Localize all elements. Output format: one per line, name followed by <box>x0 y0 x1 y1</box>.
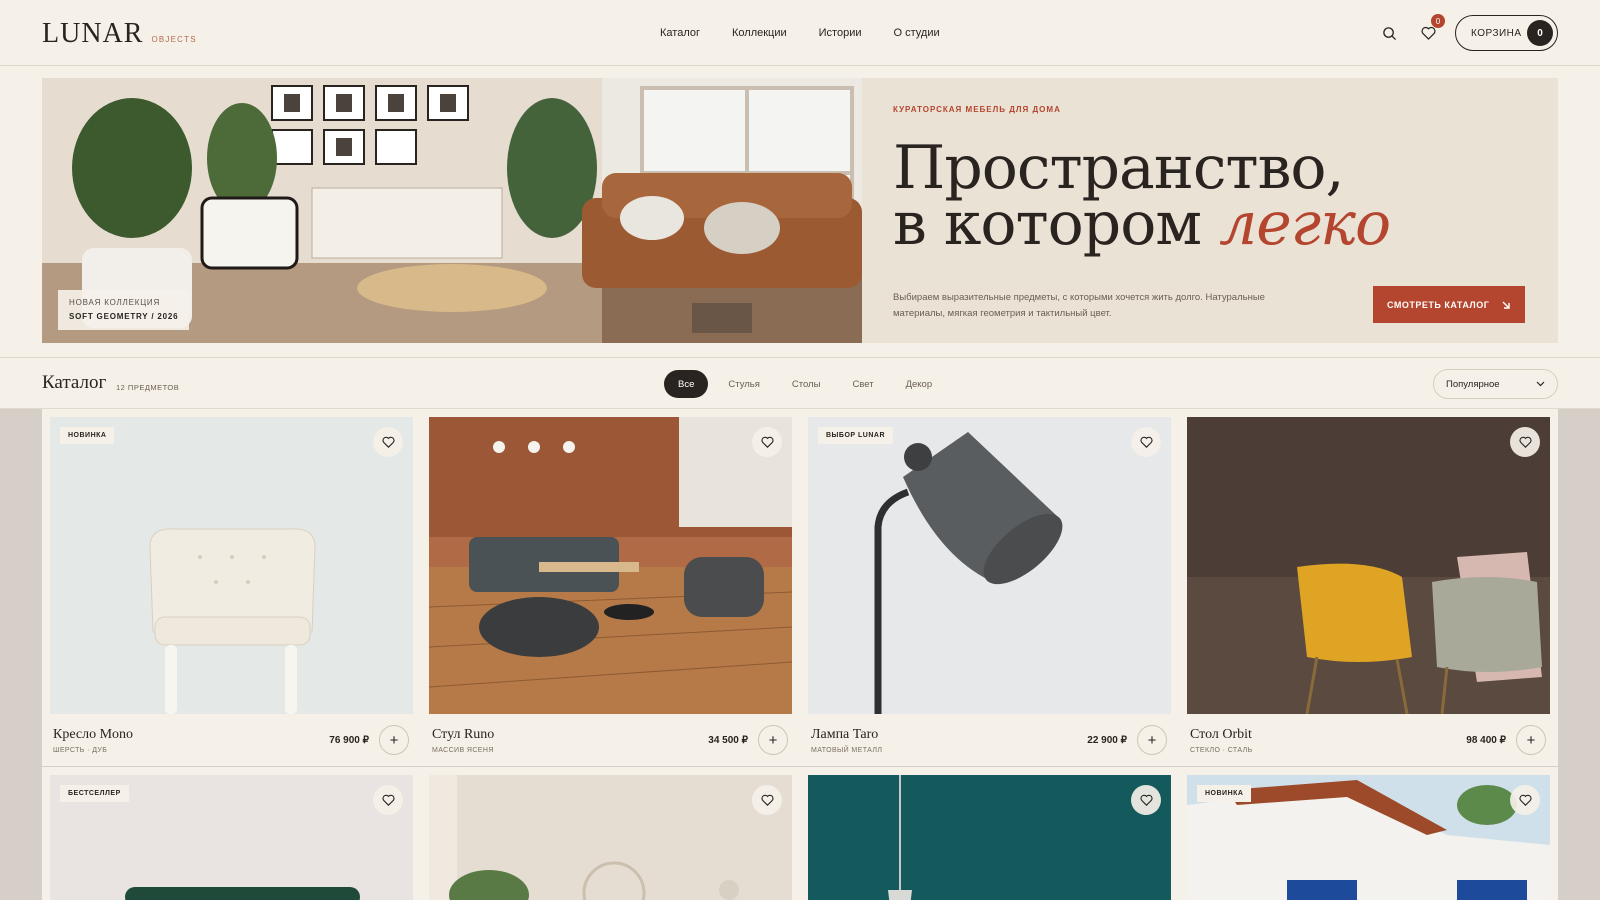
arrow-down-right-icon <box>1502 301 1510 309</box>
product-grid: НОВИНКА Кресло Mono ШЕРСТЬ · ДУБ 76 900 … <box>0 409 1600 900</box>
favorites-button[interactable]: 0 <box>1417 14 1445 44</box>
filter-tables[interactable]: Столы <box>780 370 833 398</box>
collection-tag-label: НОВАЯ КОЛЛЕКЦИЯ <box>69 298 161 307</box>
add-to-favorites-button[interactable] <box>1510 785 1540 815</box>
filter-all[interactable]: Все <box>664 370 709 398</box>
product-name[interactable]: Стол Orbit <box>1190 727 1252 743</box>
product-image <box>808 775 1171 900</box>
product-image: НОВИНКА <box>1187 775 1550 900</box>
product-price: 98 400 ₽ <box>1466 735 1506 746</box>
collection-tag-name: SOFT GEOMETRY / 2026 <box>69 312 179 321</box>
product-material: МАТОВЫЙ МЕТАЛЛ <box>811 747 883 754</box>
nav-item-about[interactable]: О студии <box>894 27 940 39</box>
add-to-favorites-button[interactable] <box>1131 785 1161 815</box>
product-badge: НОВИНКА <box>1197 785 1252 802</box>
add-to-favorites-button[interactable] <box>373 427 403 457</box>
product-material: СТЕКЛО · СТАЛЬ <box>1190 747 1253 754</box>
product-badge: БЕСТСЕЛЛЕР <box>60 785 129 802</box>
chevron-down-icon <box>1536 381 1545 387</box>
product-card[interactable]: БЕСТСЕЛЛЕР <box>42 767 421 900</box>
add-to-favorites-button[interactable] <box>752 427 782 457</box>
add-to-favorites-button[interactable] <box>752 785 782 815</box>
heart-icon <box>1139 794 1153 806</box>
main-nav: Каталог Коллекции Истории О студии <box>660 0 940 66</box>
view-catalog-button[interactable]: СМОТРЕТЬ КАТАЛОГ <box>1373 286 1525 323</box>
hero-banner: НОВАЯ КОЛЛЕКЦИЯ SOFT GEOMETRY / 2026 КУР… <box>42 78 1558 343</box>
hero-headline: Пространство, в котором легко <box>893 138 1453 254</box>
add-to-cart-button[interactable]: + <box>1137 725 1167 755</box>
product-badge: НОВИНКА <box>60 427 115 444</box>
cart-label: КОРЗИНА <box>1471 27 1522 39</box>
sort-select[interactable]: Популярное <box>1433 369 1558 399</box>
view-catalog-label: СМОТРЕТЬ КАТАЛОГ <box>1387 299 1490 310</box>
filter-light[interactable]: Свет <box>840 370 885 398</box>
filter-chips: Все Стулья Столы Свет Декор <box>664 370 944 398</box>
sort-value: Популярное <box>1446 378 1500 390</box>
add-to-favorites-button[interactable] <box>1131 427 1161 457</box>
product-card[interactable]: НОВИНКА Кресло Mono ШЕРСТЬ · ДУБ 76 900 … <box>42 409 421 766</box>
product-image <box>429 775 792 900</box>
filter-decor[interactable]: Декор <box>894 370 945 398</box>
product-image <box>1187 417 1550 714</box>
nav-item-collections[interactable]: Коллекции <box>732 27 787 39</box>
product-card[interactable]: Стул Runo МАССИВ ЯСЕНЯ 34 500 ₽ + <box>421 409 800 766</box>
catalog-toolbar: Каталог 12 ПРЕДМЕТОВ Все Стулья Столы Св… <box>0 357 1600 409</box>
favorites-count-badge: 0 <box>1431 14 1445 28</box>
add-to-favorites-button[interactable] <box>1510 427 1540 457</box>
catalog-title: Каталог <box>42 372 107 393</box>
product-card[interactable] <box>800 767 1179 900</box>
nav-item-catalog[interactable]: Каталог <box>660 27 700 39</box>
product-price: 34 500 ₽ <box>708 735 748 746</box>
product-card[interactable] <box>421 767 800 900</box>
filter-chairs[interactable]: Стулья <box>716 370 772 398</box>
heart-icon <box>1420 26 1436 40</box>
logo[interactable]: LUNAR OBJECTS <box>42 18 197 50</box>
add-to-cart-button[interactable]: + <box>758 725 788 755</box>
catalog-count: 12 ПРЕДМЕТОВ <box>116 383 180 392</box>
nav-item-stories[interactable]: Истории <box>819 27 862 39</box>
heart-icon <box>1518 794 1532 806</box>
cart-count-badge: 0 <box>1527 20 1553 46</box>
hero-lead: Выбираем выразительные предметы, с котор… <box>893 292 1265 319</box>
product-image: БЕСТСЕЛЛЕР <box>50 775 413 900</box>
heart-icon <box>381 436 395 448</box>
heart-icon <box>381 794 395 806</box>
product-image: НОВИНКА <box>50 417 413 714</box>
product-badge: ВЫБОР LUNAR <box>818 427 893 444</box>
heart-icon <box>760 794 774 806</box>
add-to-cart-button[interactable]: + <box>379 725 409 755</box>
product-card[interactable]: Стол Orbit СТЕКЛО · СТАЛЬ 98 400 ₽ + <box>1179 409 1558 766</box>
product-price: 22 900 ₽ <box>1087 735 1127 746</box>
hero-image: НОВАЯ КОЛЛЕКЦИЯ SOFT GEOMETRY / 2026 <box>42 78 862 343</box>
product-image <box>429 417 792 714</box>
product-name[interactable]: Кресло Mono <box>53 727 133 743</box>
hero-headline-accent: легко <box>1219 189 1391 259</box>
logo-subtitle: OBJECTS <box>151 35 197 44</box>
product-card[interactable]: НОВИНКА <box>1179 767 1558 900</box>
add-to-cart-button[interactable]: + <box>1516 725 1546 755</box>
site-header: LUNAR OBJECTS Каталог Коллекции Истории … <box>0 0 1600 66</box>
cart-button[interactable]: КОРЗИНА 0 <box>1455 15 1558 51</box>
product-material: МАССИВ ЯСЕНЯ <box>432 747 494 754</box>
product-price: 76 900 ₽ <box>329 735 369 746</box>
heart-icon <box>760 436 774 448</box>
product-image: ВЫБОР LUNAR <box>808 417 1171 714</box>
product-name[interactable]: Лампа Taro <box>811 727 878 743</box>
product-name[interactable]: Стул Runo <box>432 727 494 743</box>
collection-tag: НОВАЯ КОЛЛЕКЦИЯ SOFT GEOMETRY / 2026 <box>58 290 190 330</box>
heart-icon <box>1518 436 1532 448</box>
product-material: ШЕРСТЬ · ДУБ <box>53 747 108 754</box>
search-icon[interactable] <box>1378 22 1400 44</box>
product-card[interactable]: ВЫБОР LUNAR Лампа Taro МАТОВЫЙ МЕТАЛЛ 22… <box>800 409 1179 766</box>
hero-headline-line2: в котором <box>893 189 1202 259</box>
add-to-favorites-button[interactable] <box>373 785 403 815</box>
logo-wordmark: LUNAR <box>42 18 144 49</box>
hero-eyebrow: КУРАТОРСКАЯ МЕБЕЛЬ ДЛЯ ДОМА <box>893 105 1061 114</box>
heart-icon <box>1139 436 1153 448</box>
